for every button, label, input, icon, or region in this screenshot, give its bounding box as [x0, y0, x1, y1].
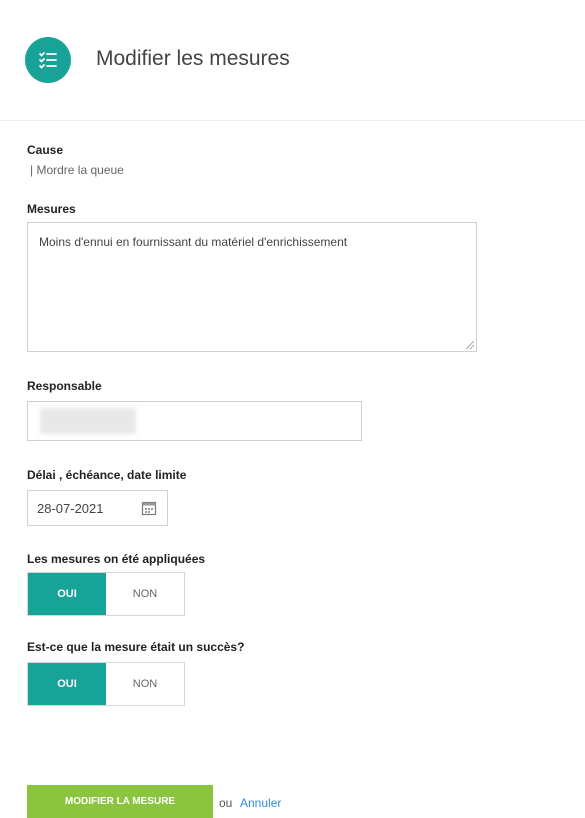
applied-toggle: OUI NON — [27, 572, 185, 616]
or-text: ou — [219, 796, 233, 810]
cause-value: | Mordre la queue — [30, 163, 124, 177]
resize-handle[interactable] — [466, 341, 474, 349]
applied-label: Les mesures on été appliquées — [27, 552, 206, 566]
submit-button[interactable]: MODIFIER LA MESURE — [27, 785, 213, 818]
applied-yes-button[interactable]: OUI — [28, 573, 106, 615]
deadline-label: Délai , échéance, date limite — [27, 468, 187, 482]
responsable-label: Responsable — [27, 379, 102, 393]
page-header: Modifier les mesures — [0, 0, 585, 121]
mesures-textarea[interactable]: Moins d'ennui en fournissant du matériel… — [27, 222, 477, 352]
calendar-icon[interactable] — [141, 500, 157, 519]
mesures-text: Moins d'ennui en fournissant du matériel… — [39, 235, 348, 249]
cause-label: Cause — [27, 143, 64, 157]
cancel-link[interactable]: Annuler — [240, 796, 281, 810]
success-yes-button[interactable]: OUI — [28, 663, 106, 705]
applied-no-button[interactable]: NON — [106, 573, 184, 615]
success-toggle: OUI NON — [27, 662, 185, 706]
deadline-value: 28-07-2021 — [37, 501, 104, 516]
deadline-date-input[interactable]: 28-07-2021 — [27, 490, 168, 526]
list-icon — [25, 37, 71, 83]
success-label: Est-ce que la mesure était un succès? — [27, 640, 245, 654]
mesures-label: Mesures — [27, 202, 76, 216]
page-title: Modifier les mesures — [96, 47, 290, 70]
responsable-input[interactable] — [27, 401, 362, 441]
redacted-value — [40, 408, 136, 434]
success-no-button[interactable]: NON — [106, 663, 184, 705]
